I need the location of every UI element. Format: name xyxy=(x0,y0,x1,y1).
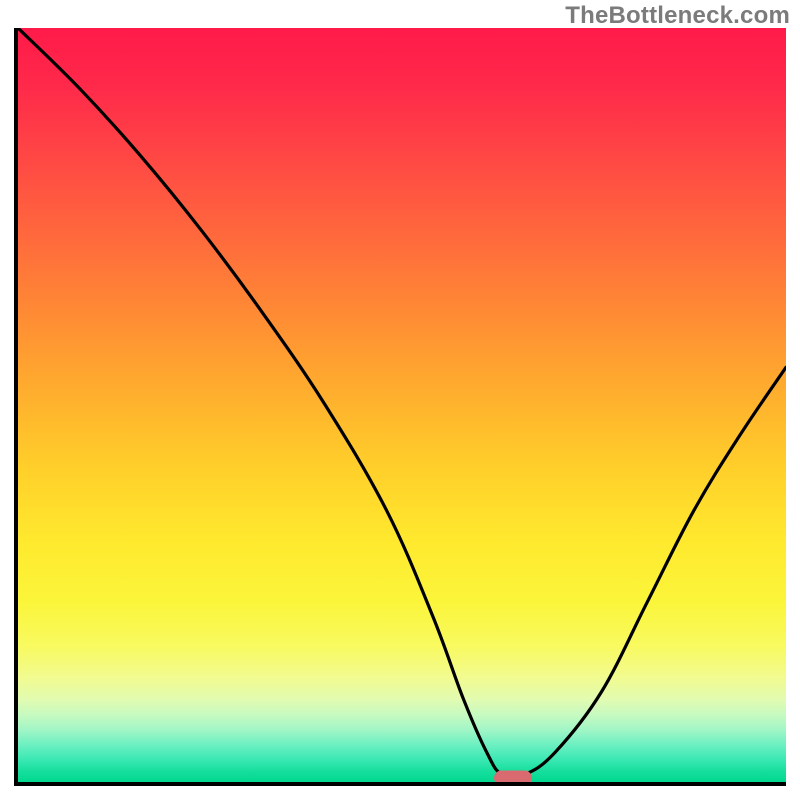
bottleneck-curve xyxy=(18,28,786,782)
optimal-marker xyxy=(494,771,532,786)
watermark-text: TheBottleneck.com xyxy=(565,2,790,30)
plot-area xyxy=(14,28,786,786)
chart-container: TheBottleneck.com xyxy=(0,0,800,800)
